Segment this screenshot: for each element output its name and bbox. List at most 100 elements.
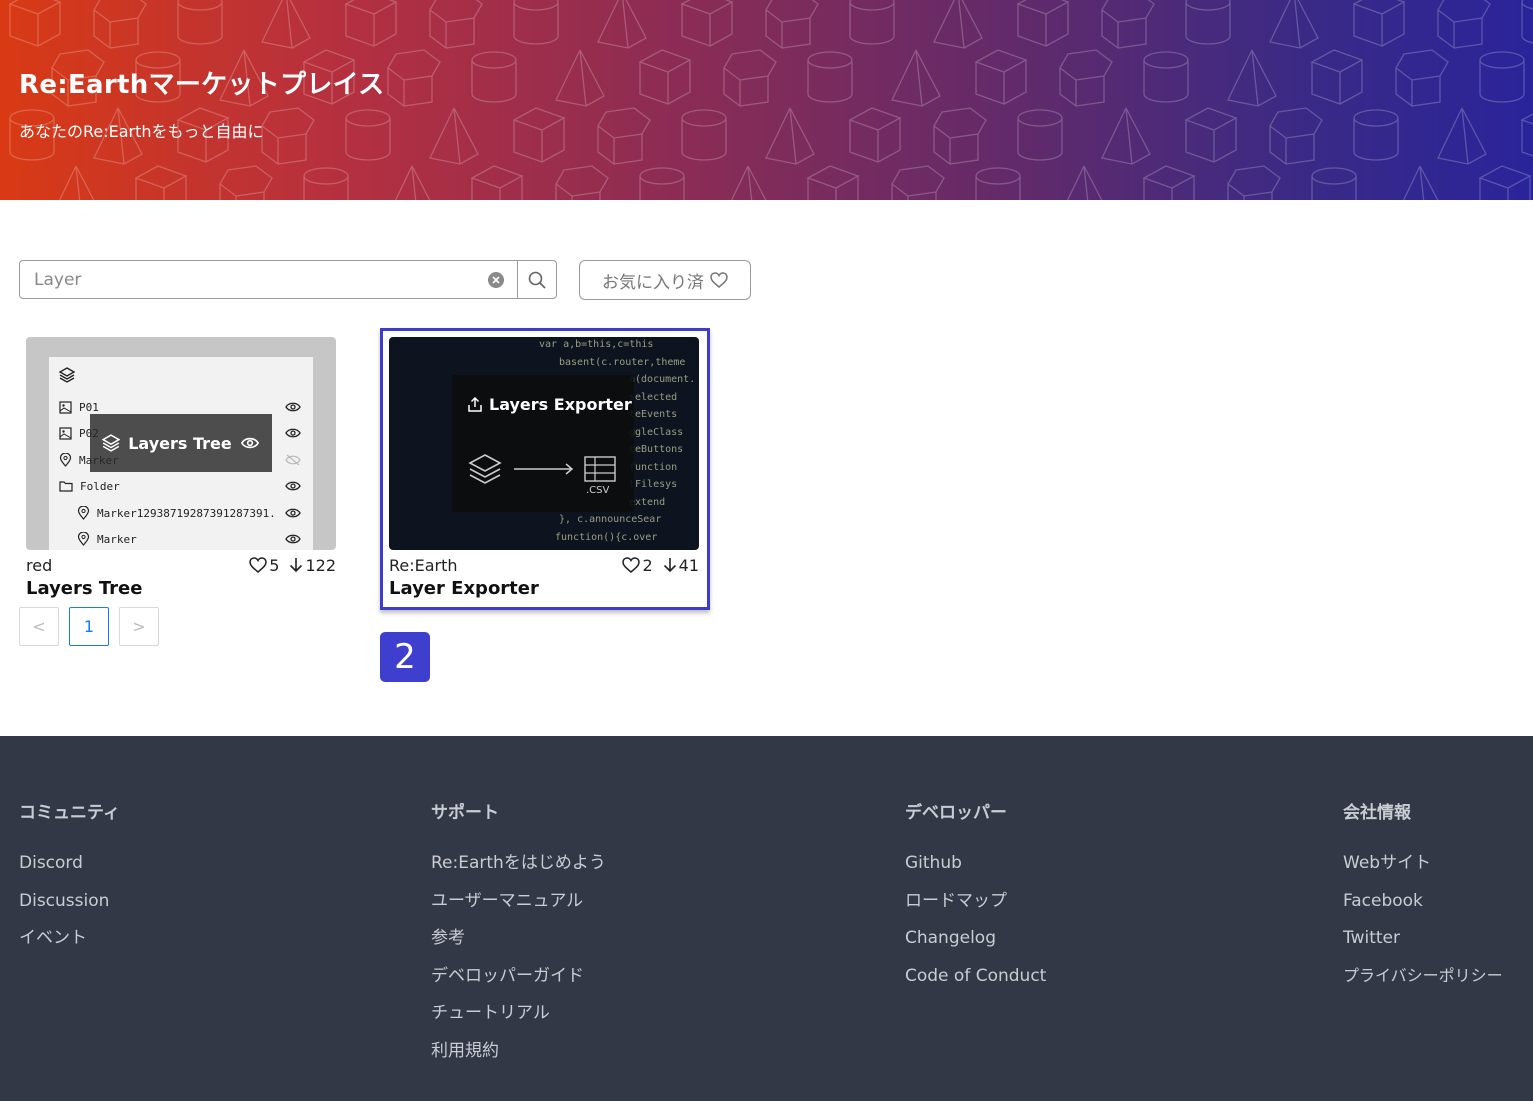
code-line: function [629, 461, 678, 473]
pattern-shape [134, 165, 188, 200]
pattern-shape [1184, 107, 1238, 163]
next-page-button[interactable]: > [119, 607, 159, 646]
footer-link[interactable]: 利用規約 [431, 1040, 606, 1078]
pattern-shape [723, 49, 777, 108]
eye-icon [285, 428, 301, 438]
footer-link[interactable]: ロードマップ [905, 890, 1046, 928]
footer-link[interactable]: イベント [19, 927, 120, 965]
map-pin-icon [59, 453, 72, 467]
footer-link[interactable]: プライバシーポリシー [1343, 965, 1503, 1003]
favorites-filter-button[interactable]: お気に入り済 [579, 260, 751, 300]
arrow-down-icon [663, 558, 676, 573]
footer-link[interactable]: 参考 [431, 927, 606, 965]
pattern-shape [555, 49, 605, 107]
pattern-shape [429, 107, 479, 165]
prev-page-button[interactable]: < [19, 607, 59, 646]
plugin-card[interactable]: P01 P02 Marker Folder Marker129387192873… [26, 337, 336, 599]
plugin-card[interactable]: var a,b=this,c=this basent(c.router,theme… [389, 337, 699, 599]
footer-link[interactable]: Discussion [19, 890, 120, 928]
pattern-shape [891, 49, 941, 107]
code-line: extend [629, 496, 666, 508]
footer-link[interactable]: Re:Earthをはじめよう [431, 852, 606, 890]
search-box [19, 260, 557, 299]
like-count: 5 [249, 556, 279, 575]
footer-link[interactable]: ユーザーマニュアル [431, 890, 606, 928]
pattern-shape [974, 49, 1028, 105]
heart-outline-icon [622, 557, 641, 573]
footer-heading: サポート [431, 803, 499, 823]
footer-link[interactable]: チュートリアル [431, 1002, 606, 1040]
plugin-title[interactable]: Layers Tree [26, 578, 336, 599]
code-line: basent(c.router,theme [559, 356, 686, 368]
pattern-shape [765, 107, 815, 165]
footer-link[interactable]: デベロッパーガイド [431, 965, 606, 1003]
map-pin-icon [77, 532, 90, 546]
pattern-shape [1101, 107, 1151, 165]
tree-item: Marker12938719287391287391... [77, 503, 277, 523]
pattern-shape [429, 0, 483, 50]
footer-link[interactable]: Code of Conduct [905, 965, 1046, 1003]
pattern-shape [680, 0, 734, 47]
code-line: selected [629, 391, 678, 403]
search-button[interactable] [517, 261, 556, 298]
plugin-thumbnail: P01 P02 Marker Folder Marker129387192873… [26, 337, 336, 550]
footer-link[interactable]: Changelog [905, 927, 1046, 965]
plugin-title[interactable]: Layer Exporter [389, 578, 699, 599]
pattern-shape [512, 107, 566, 163]
footer-link[interactable]: Twitter [1343, 927, 1503, 965]
pattern-shape [806, 165, 860, 200]
tree-item: Folder [59, 476, 120, 496]
pattern-shape [1437, 107, 1487, 165]
footer-link[interactable]: Facebook [1343, 890, 1503, 928]
pattern-shape [345, 109, 391, 161]
eye-icon [285, 402, 301, 412]
eye-icon [285, 508, 301, 518]
heart-outline-icon [249, 557, 268, 573]
pattern-shape [470, 165, 524, 200]
tree-item: Marker [77, 529, 137, 549]
map-pin-icon [77, 506, 90, 520]
pattern-shape [933, 107, 987, 166]
footer-link[interactable]: Webサイト [1343, 852, 1503, 890]
pattern-shape [177, 0, 223, 45]
pattern-shape [387, 49, 441, 108]
pattern-shape [1185, 0, 1231, 45]
code-line: a(document. [629, 374, 696, 385]
pattern-shape [933, 0, 983, 49]
pattern-shape [1017, 109, 1063, 161]
pattern-shape [807, 51, 853, 103]
pattern-shape [555, 165, 609, 200]
search-input[interactable] [20, 261, 488, 298]
pattern-shape [1478, 165, 1532, 200]
pattern-shape [93, 0, 147, 50]
favorites-label: お気に入り済 [602, 272, 704, 293]
pattern-shape [1520, 113, 1533, 157]
code-line: teEvents [629, 409, 678, 420]
eye-off-icon [285, 454, 301, 466]
pattern-shape [8, 0, 62, 47]
pattern-shape [730, 165, 767, 200]
pattern-shape [848, 107, 902, 163]
hero-banner: Re:Earthマーケットプレイス あなたのRe:Earthをもっと自由に [0, 0, 1533, 200]
pattern-shape [1310, 49, 1364, 105]
image-icon [59, 400, 72, 414]
footer-heading: コミュニティ [19, 803, 120, 823]
pagination: < 1 > [19, 607, 159, 646]
pattern-shape [1352, 0, 1406, 47]
pattern-shape [394, 165, 431, 200]
page-1-button[interactable]: 1 [69, 607, 109, 646]
download-count: 41 [663, 556, 699, 575]
highlighted-card-frame: var a,b=this,c=this basent(c.router,theme… [380, 328, 710, 610]
footer-link[interactable]: Discord [19, 852, 120, 890]
pattern-shape [975, 167, 1021, 200]
pattern-shape [1479, 51, 1525, 103]
footer-heading: 会社情報 [1343, 803, 1411, 823]
code-line: ceButtons [629, 444, 684, 455]
search-icon [528, 271, 546, 289]
close-circle-icon[interactable] [488, 272, 504, 288]
footer-heading: デベロッパー [905, 803, 1007, 823]
card-meta: Re:Earth 2 41 [389, 554, 699, 576]
pattern-shape [1269, 107, 1323, 166]
footer-link[interactable]: Github [905, 852, 1046, 890]
pattern-shape [638, 49, 692, 105]
